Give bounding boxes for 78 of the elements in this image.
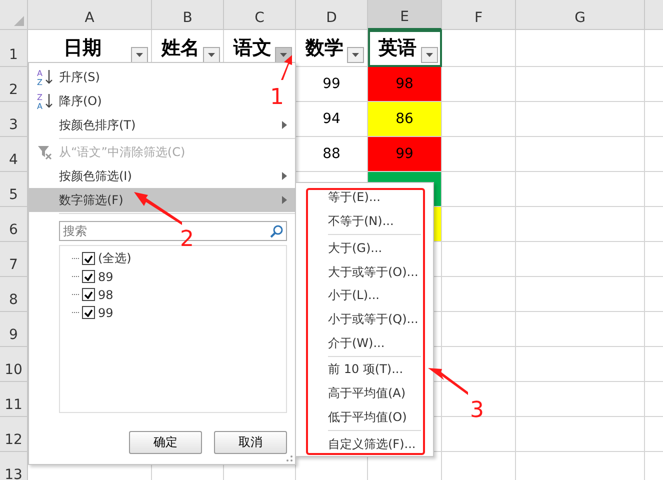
table-cell: 94 — [296, 102, 368, 137]
table-cell: 数学 — [296, 30, 368, 67]
cancel-button[interactable]: 取消 — [214, 431, 287, 454]
annotation-arrow — [279, 55, 295, 80]
annotation-arrow — [428, 368, 468, 398]
table-cell: 98 — [368, 67, 442, 102]
submenu-arrow-icon — [282, 172, 287, 180]
row-header[interactable]: 1 — [0, 30, 28, 67]
menu-item[interactable]: 小于(L)... — [296, 284, 384, 308]
submenu-arrow-icon — [282, 196, 287, 204]
column-header[interactable]: G — [516, 0, 645, 30]
dropdown-caret-icon — [208, 53, 215, 57]
clear-filter-icon — [37, 144, 53, 160]
row-header[interactable]: 13 — [0, 452, 28, 480]
menu-item[interactable]: Z A 降序(O) — [29, 89, 110, 113]
annotation-arrow — [134, 192, 182, 228]
check-icon — [84, 308, 93, 316]
column-header[interactable]: B — [152, 0, 224, 30]
menu-item[interactable]: 小于或等于(Q)... — [296, 308, 422, 332]
table-cell: 88 — [296, 137, 368, 172]
menu-item[interactable]: 数字筛选(F) — [29, 188, 295, 212]
column-header[interactable]: D — [296, 0, 368, 30]
checkbox-label: 89 — [98, 270, 114, 284]
menu-item[interactable]: A Z 升序(S) — [29, 65, 108, 89]
checkbox[interactable] — [82, 252, 95, 265]
menu-item[interactable]: 按颜色排序(T) — [29, 113, 295, 137]
check-icon — [84, 254, 93, 262]
ok-button[interactable]: 确定 — [129, 431, 202, 454]
table-cell: 86 — [368, 102, 442, 137]
filter-button[interactable] — [203, 47, 220, 63]
row-header[interactable]: 7 — [0, 242, 28, 277]
check-icon — [84, 290, 93, 298]
row-header[interactable]: 12 — [0, 417, 28, 452]
table-cell: 99 — [368, 137, 442, 172]
row-header[interactable]: 3 — [0, 102, 28, 137]
row-header[interactable]: 5 — [0, 172, 28, 207]
annotation-number: 3 — [470, 400, 484, 422]
row-header[interactable]: 11 — [0, 382, 28, 417]
filter-button[interactable] — [421, 47, 438, 63]
menu-item[interactable]: 等于(E)... — [296, 186, 384, 210]
menu-item[interactable]: 大于(G)... — [296, 236, 386, 260]
menu-item[interactable]: 大于或等于(O)... — [296, 260, 422, 284]
row-header[interactable]: 2 — [0, 67, 28, 102]
resize-grip-icon[interactable] — [286, 455, 293, 462]
menu-item[interactable]: 不等于(N)... — [296, 210, 398, 234]
menu-item[interactable]: 按颜色筛选(I) — [29, 164, 295, 188]
row-header[interactable]: 8 — [0, 277, 28, 312]
menu-item[interactable]: 自定义筛选(F)... — [296, 432, 420, 456]
dropdown-caret-icon — [136, 53, 143, 57]
column-header[interactable]: A — [28, 0, 152, 30]
search-icon — [270, 225, 283, 238]
checkbox-label: (全选) — [98, 250, 132, 267]
check-icon — [84, 272, 93, 280]
row-header[interactable]: 10 — [0, 347, 28, 382]
table-cell: 英语 — [368, 30, 442, 67]
checkbox[interactable] — [82, 270, 95, 283]
dropdown-caret-icon — [280, 53, 287, 57]
checkbox[interactable] — [82, 306, 95, 319]
row-header[interactable]: 4 — [0, 137, 28, 172]
table-cell: 99 — [296, 67, 368, 102]
row-header[interactable]: 6 — [0, 207, 28, 242]
filter-button[interactable] — [347, 47, 364, 63]
column-header[interactable]: E — [368, 0, 442, 30]
checkbox-label: 99 — [98, 306, 114, 320]
checkbox[interactable] — [82, 288, 95, 301]
dropdown-caret-icon — [426, 53, 433, 57]
row-header[interactable]: 9 — [0, 312, 28, 347]
checkbox-label: 98 — [98, 288, 114, 302]
menu-item[interactable]: 介于(W)... — [296, 331, 389, 356]
column-header[interactable]: F — [442, 0, 516, 30]
column-header — [645, 0, 663, 30]
dropdown-caret-icon — [352, 53, 359, 57]
column-header[interactable]: C — [224, 0, 296, 30]
menu-item[interactable]: 高于平均值(A) — [296, 382, 410, 406]
annotation-number: 1 — [270, 87, 284, 109]
submenu-arrow-icon — [282, 121, 287, 129]
filter-button[interactable] — [131, 47, 148, 63]
menu-item[interactable]: 低于平均值(O) — [296, 406, 411, 430]
